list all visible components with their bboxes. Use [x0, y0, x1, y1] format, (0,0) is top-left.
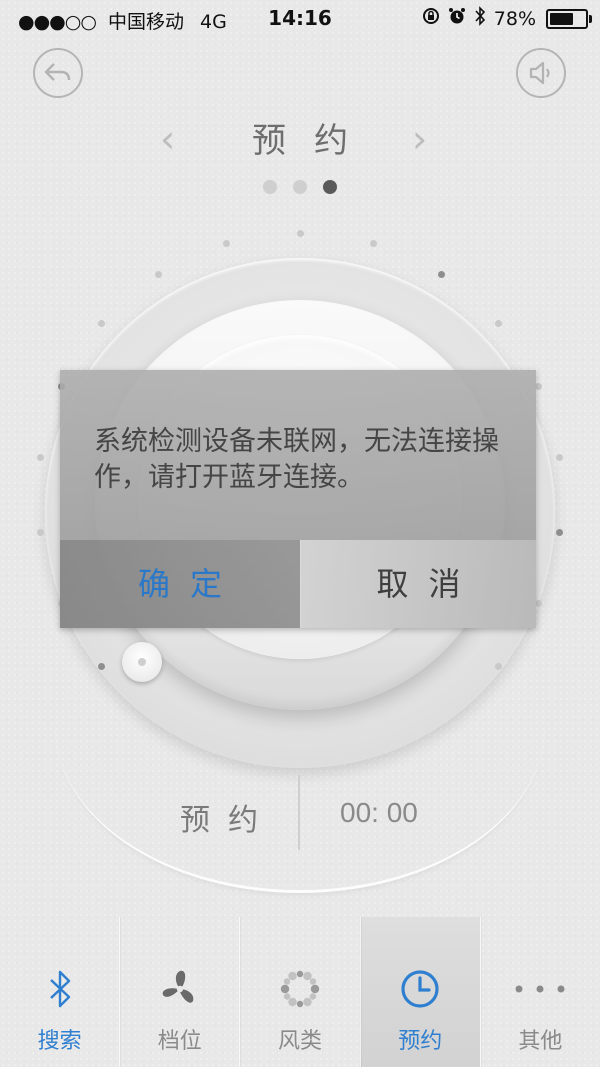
nav-label: 搜索: [37, 1029, 82, 1054]
more-icon: [513, 959, 567, 1019]
page-indicator: [0, 180, 600, 194]
nav-item-reservation[interactable]: 预约: [359, 917, 480, 1067]
dialog-message: 系统检测设备未联网，无法连接操作，请打开蓝牙连接。: [94, 426, 499, 493]
dial-tick: [296, 229, 304, 237]
wind-dot: [280, 984, 290, 994]
dial-tick: [37, 454, 45, 462]
battery-fill: [550, 12, 574, 25]
page-dot: [263, 180, 277, 194]
wind-dot: [283, 993, 291, 1000]
wind-dot: [296, 1000, 304, 1008]
rotation-lock-icon: [422, 7, 440, 30]
wind-dot: [310, 984, 320, 994]
nav-label: 档位: [157, 1029, 202, 1054]
alarm-icon: [448, 7, 466, 30]
wind-dot: [309, 978, 317, 985]
wind-dot: [288, 997, 297, 1007]
speaker-icon: [529, 61, 550, 85]
wind-dot: [303, 971, 312, 981]
nav-item-search[interactable]: 搜索: [0, 917, 119, 1067]
reservation-label: 预约: [180, 803, 276, 838]
wind-dot: [283, 978, 291, 985]
nav-item-wind-type[interactable]: 风类: [239, 917, 359, 1067]
nav-label: 风类: [278, 1029, 323, 1054]
dial-tick: [154, 271, 162, 279]
bluetooth-status-icon: [474, 6, 486, 31]
alert-dialog: 系统检测设备未联网，无法连接操作，请打开蓝牙连接。 确定 取消: [60, 370, 536, 628]
back-button[interactable]: [33, 48, 83, 98]
page-dot-active: [323, 180, 337, 194]
confirm-button[interactable]: 确定: [60, 540, 300, 628]
fan-icon: [158, 959, 202, 1019]
reservation-time-value: 00: 00: [340, 797, 418, 828]
wind-dot: [303, 997, 312, 1007]
dial-tick: [494, 319, 502, 327]
dial-tick: [555, 454, 563, 462]
cancel-button[interactable]: 取消: [301, 540, 536, 628]
back-arrow-icon: [44, 63, 71, 81]
dial-handle[interactable]: [122, 642, 162, 682]
nav-item-other[interactable]: 其他: [479, 917, 600, 1067]
next-page-chevron-icon[interactable]: ›: [412, 117, 427, 161]
info-divider: [298, 775, 300, 850]
wind-dot: [309, 993, 317, 1000]
dial-tick: [438, 271, 446, 279]
status-icons: 78%: [422, 6, 592, 31]
dial-tick: [98, 319, 106, 327]
dial-tick: [494, 663, 502, 671]
dial-tick: [370, 240, 378, 248]
dial-tick: [37, 528, 45, 536]
battery-icon: [546, 8, 592, 29]
wind-type-icon: [276, 959, 324, 1019]
wind-dot: [288, 971, 297, 981]
sound-button[interactable]: [516, 48, 566, 98]
wind-dot: [296, 970, 304, 978]
battery-percent: 78%: [493, 7, 536, 30]
dial-tick: [222, 240, 230, 248]
page-title: 预约: [252, 121, 376, 161]
clock-icon: [398, 959, 442, 1019]
nav-label: 预约: [398, 1029, 443, 1054]
nav-item-gear[interactable]: 档位: [119, 917, 239, 1067]
status-bar: ●●●○○ 中国移动 4G 14:16 78%: [0, 0, 600, 40]
page-dot: [293, 180, 307, 194]
dial-tick: [555, 528, 563, 536]
bluetooth-icon: [47, 959, 73, 1019]
nav-label: 其他: [518, 1029, 563, 1054]
bottom-nav: 搜索 档位 风类 预约 其他: [0, 917, 600, 1067]
